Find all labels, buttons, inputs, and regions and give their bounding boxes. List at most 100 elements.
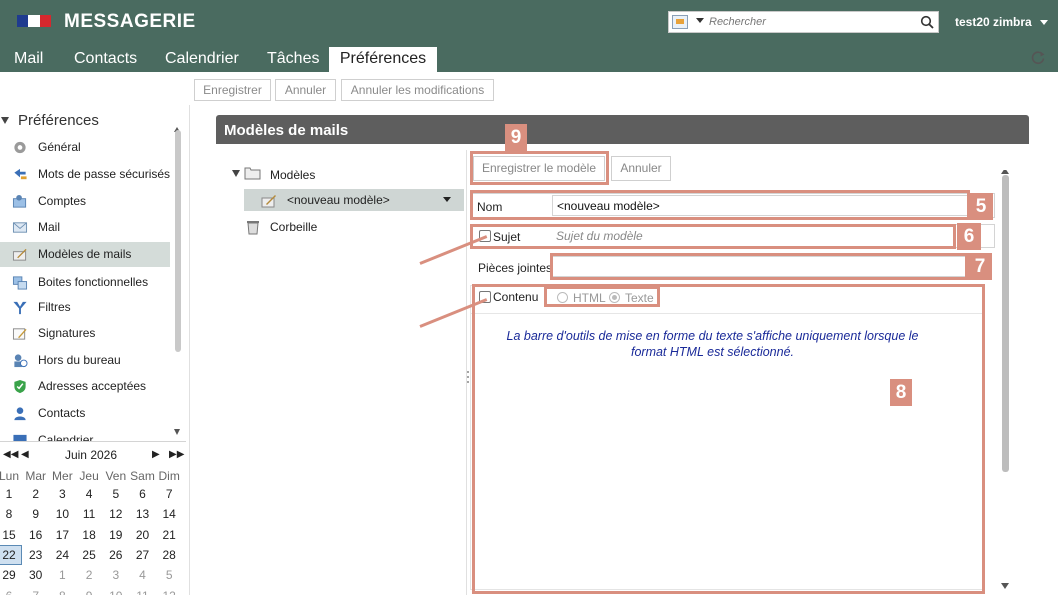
calendar-day[interactable]: 28	[156, 545, 182, 565]
annotation-box-name	[470, 190, 970, 220]
calendar-day[interactable]: 19	[103, 525, 129, 545]
sidebar-title: Préférences	[18, 112, 99, 129]
calendar-day[interactable]: 12	[156, 586, 182, 595]
signature-icon	[12, 328, 27, 340]
chevron-down-icon[interactable]	[443, 197, 451, 202]
sidebar-scrollbar-thumb[interactable]	[175, 130, 181, 352]
calendar-day[interactable]: 16	[23, 525, 49, 545]
calendar-day[interactable]: 5	[103, 484, 129, 504]
prev-month-icon[interactable]: ◀	[21, 449, 29, 460]
tab-preferences[interactable]: Préférences	[329, 47, 437, 72]
calendar-day[interactable]: 29	[0, 565, 22, 585]
calendar-day[interactable]: 24	[49, 545, 75, 565]
calendar-day[interactable]: 14	[156, 504, 182, 524]
prev-year-icon[interactable]: ◀◀	[3, 449, 18, 460]
next-month-icon[interactable]: ▶	[152, 449, 160, 460]
search-scope-icon[interactable]	[672, 15, 688, 29]
next-year-icon[interactable]: ▶▶	[169, 449, 184, 460]
calendar-day-today[interactable]: 22	[0, 544, 22, 565]
calendar-day[interactable]: 10	[49, 504, 75, 524]
sidebar-item-label: Mots de passe sécurisés	[38, 167, 171, 181]
calendar-day[interactable]: 10	[103, 586, 129, 595]
tree-item-new-template[interactable]: <nouveau modèle>	[244, 189, 464, 211]
sidebar-item-label: Hors du bureau	[38, 353, 121, 367]
cancel-template-button[interactable]: Annuler	[611, 156, 671, 181]
tab-calendar[interactable]: Calendrier	[165, 50, 239, 68]
sidebar-item-accepted-addresses[interactable]: Adresses acceptées	[0, 374, 170, 399]
calendar-icon	[13, 434, 27, 441]
sidebar-item-mail-templates[interactable]: Modèles de mails	[0, 242, 170, 267]
chevron-down-icon[interactable]	[1040, 20, 1048, 25]
calendar-day[interactable]: 11	[76, 504, 102, 524]
trash-icon	[247, 221, 259, 235]
tree-item-templates[interactable]: Modèles	[270, 168, 315, 182]
calendar-day[interactable]: 23	[23, 545, 49, 565]
page-title: Modèles de mails	[216, 115, 1029, 144]
calendar-day[interactable]: 25	[76, 545, 102, 565]
tab-tasks[interactable]: Tâches	[267, 50, 319, 68]
calendar-month-label[interactable]: Juin 2026	[60, 448, 122, 462]
calendar-day[interactable]: 30	[23, 565, 49, 585]
sidebar-item-secure-passwords[interactable]: Mots de passe sécurisés	[0, 162, 170, 187]
calendar-day[interactable]: 3	[103, 565, 129, 585]
form-scrollbar-thumb[interactable]	[1002, 175, 1009, 472]
revert-changes-button[interactable]: Annuler les modifications	[341, 79, 494, 101]
search-input[interactable]	[709, 14, 914, 30]
calendar-day[interactable]: 7	[23, 586, 49, 595]
calendar-day[interactable]: 15	[0, 525, 22, 545]
calendar-day[interactable]: 3	[49, 484, 75, 504]
refresh-icon[interactable]	[1030, 50, 1046, 66]
tab-mail[interactable]: Mail	[14, 50, 43, 68]
calendar-day[interactable]: 5	[156, 565, 182, 585]
sidebar-item-signatures[interactable]: Signatures	[0, 321, 170, 346]
sidebar-item-general[interactable]: Général	[0, 135, 170, 160]
template-icon	[12, 248, 27, 261]
calendar-day[interactable]: 11	[130, 586, 156, 595]
calendar-day[interactable]: 6	[130, 484, 156, 504]
tab-contacts[interactable]: Contacts	[74, 50, 137, 68]
chevron-down-icon[interactable]	[696, 18, 704, 23]
sidebar-item-contacts[interactable]: Contacts	[0, 401, 170, 426]
calendar-day[interactable]: 21	[156, 525, 182, 545]
calendar-day[interactable]: 8	[0, 504, 22, 524]
calendar-day[interactable]: 12	[103, 504, 129, 524]
envelope-icon	[12, 222, 28, 233]
calendar-weekday: Mer	[52, 469, 73, 483]
calendar-day[interactable]: 4	[130, 565, 156, 585]
calendar-day[interactable]: 9	[76, 586, 102, 595]
calendar-day[interactable]: 2	[23, 484, 49, 504]
sidebar-splitter[interactable]	[189, 105, 190, 595]
sidebar-item-filters[interactable]: Filtres	[0, 295, 170, 320]
calendar-day[interactable]: 6	[0, 586, 22, 595]
sidebar-item-accounts[interactable]: Comptes	[0, 189, 170, 214]
calendar-day[interactable]: 8	[49, 586, 75, 595]
annotation-box-subject	[470, 224, 956, 249]
search-icon[interactable]	[920, 15, 934, 29]
cancel-button[interactable]: Annuler	[275, 79, 336, 101]
calendar-day[interactable]: 2	[76, 565, 102, 585]
collapse-triangle-icon[interactable]	[232, 170, 240, 177]
sidebar-item-mail[interactable]: Mail	[0, 215, 170, 240]
user-menu[interactable]: test20 zimbra	[955, 15, 1032, 29]
annotation-box-attachments	[550, 253, 968, 280]
sidebar-item-shared-mailboxes[interactable]: Boites fonctionnelles	[0, 270, 170, 295]
save-button[interactable]: Enregistrer	[194, 79, 271, 101]
calendar-day[interactable]: 4	[76, 484, 102, 504]
sidebar-item-out-of-office[interactable]: Hors du bureau	[0, 348, 170, 373]
sidebar-item-label: Filtres	[38, 300, 71, 314]
calendar-day[interactable]: 20	[130, 525, 156, 545]
calendar-day[interactable]: 9	[23, 504, 49, 524]
calendar-day[interactable]: 18	[76, 525, 102, 545]
calendar-day[interactable]: 1	[0, 484, 22, 504]
tree-item-label: <nouveau modèle>	[287, 193, 390, 207]
calendar-day[interactable]: 26	[103, 545, 129, 565]
sidebar-item-calendar[interactable]: Calendrier	[0, 428, 170, 441]
calendar-day[interactable]: 7	[156, 484, 182, 504]
calendar-day[interactable]: 13	[130, 504, 156, 524]
calendar-day[interactable]: 27	[130, 545, 156, 565]
tree-item-trash[interactable]: Corbeille	[270, 220, 317, 234]
calendar-day[interactable]: 1	[49, 565, 75, 585]
calendar-day[interactable]: 17	[49, 525, 75, 545]
collapse-triangle-icon[interactable]	[1, 117, 9, 124]
top-bar: MESSAGERIE test20 zimbra	[0, 0, 1058, 45]
